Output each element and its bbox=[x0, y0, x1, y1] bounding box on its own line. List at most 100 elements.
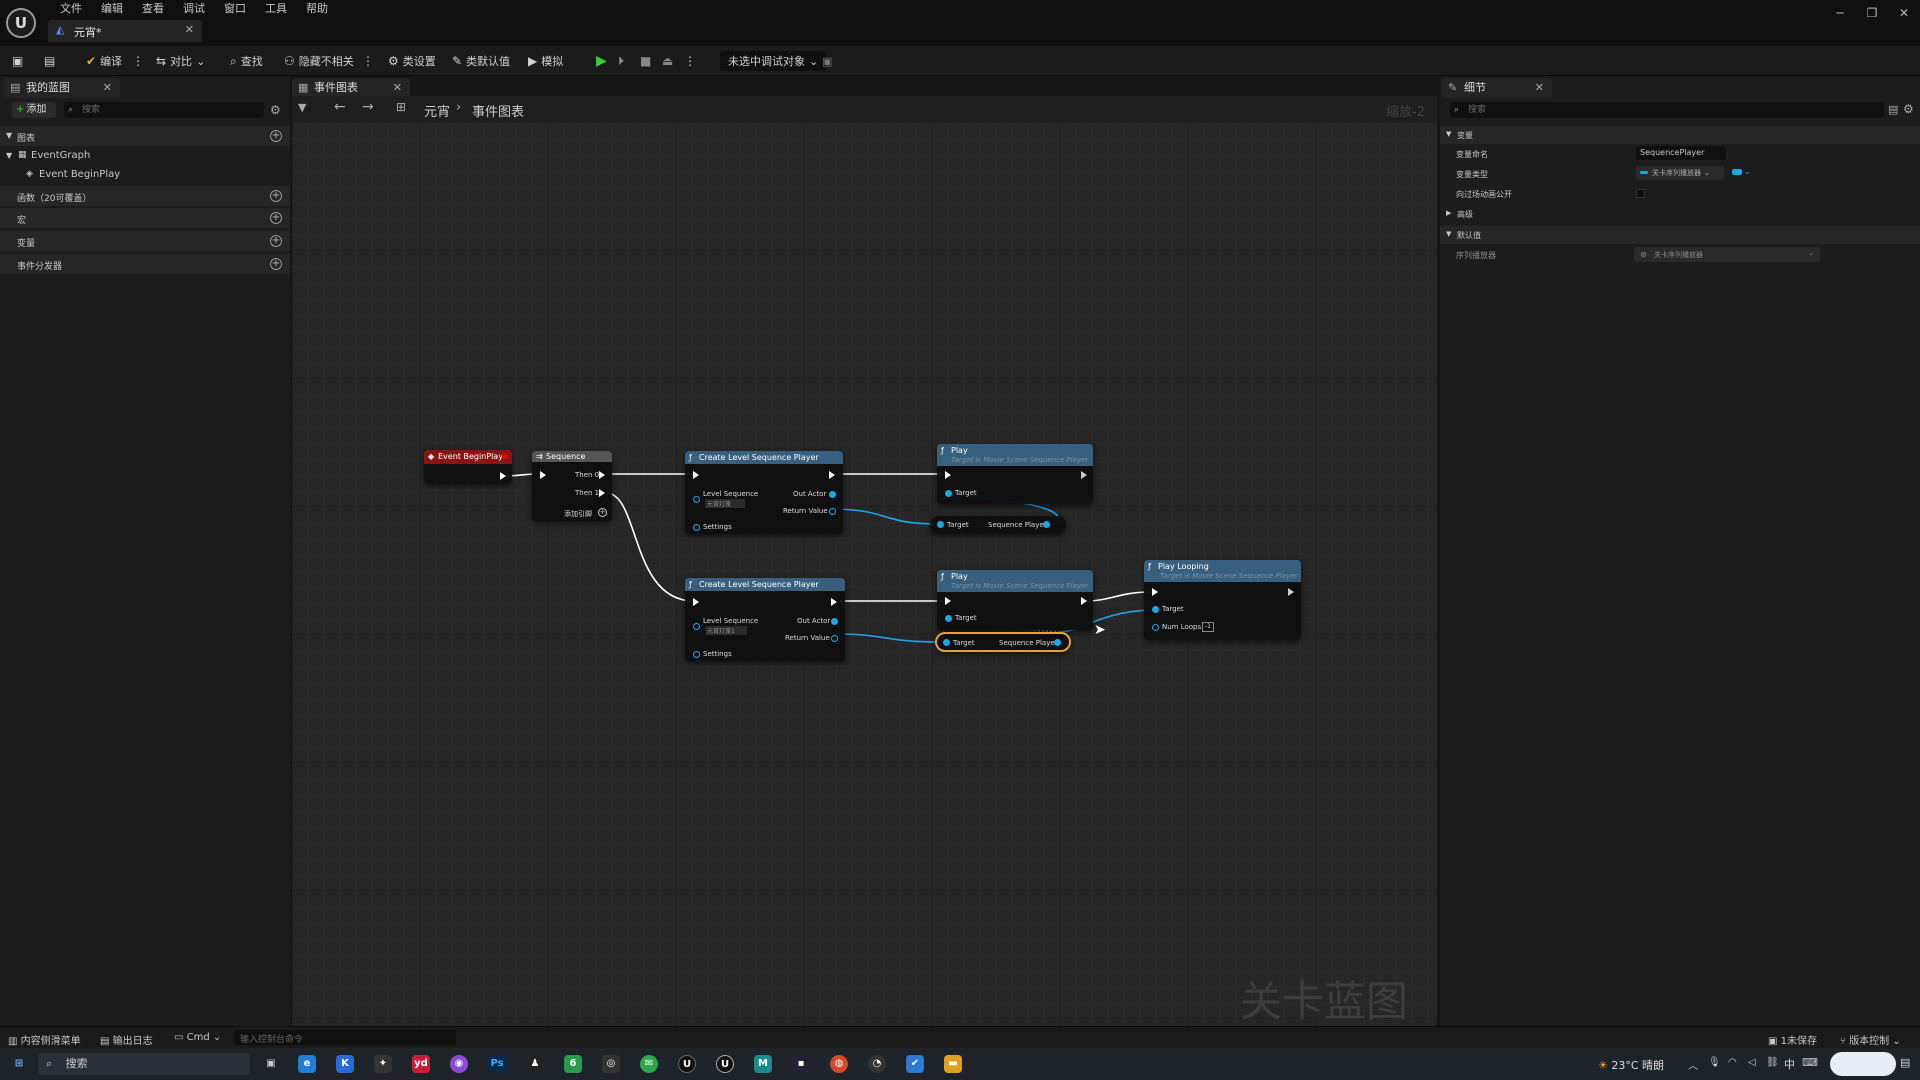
minimize-icon[interactable]: ─ bbox=[1830, 6, 1850, 20]
back-arrow-icon[interactable]: ← bbox=[334, 99, 346, 115]
target-pin[interactable] bbox=[1152, 606, 1159, 613]
simulate-button[interactable]: ▶ 模拟 bbox=[528, 52, 563, 70]
section-advanced[interactable]: ▶ 高级 bbox=[1440, 205, 1920, 223]
eject-icon[interactable]: ⏏ bbox=[662, 52, 673, 70]
level-sequence-pin[interactable] bbox=[693, 623, 700, 630]
exec-in-pin[interactable] bbox=[693, 598, 699, 606]
more-icon[interactable]: ⋮ bbox=[132, 52, 144, 70]
target-pin[interactable] bbox=[945, 615, 952, 622]
asset-picker[interactable]: 元宵灯笼 bbox=[705, 499, 745, 508]
hierarchy-icon[interactable]: ⊞ bbox=[396, 100, 406, 114]
container-type-icon[interactable] bbox=[1732, 169, 1742, 175]
weather-widget[interactable]: ☀ 23°C 晴朗 bbox=[1598, 1057, 1664, 1073]
node-sequence-player-ref-2[interactable]: Target Sequence Player bbox=[935, 632, 1071, 652]
exec-out-pin[interactable] bbox=[829, 471, 835, 479]
chevron-down-icon[interactable]: ⌄ bbox=[1744, 167, 1751, 176]
exec-in-pin[interactable] bbox=[693, 471, 699, 479]
return-value-pin[interactable] bbox=[831, 635, 838, 642]
menu-tools[interactable]: 工具 bbox=[255, 2, 296, 16]
blueprint-search-input[interactable]: ⌕ 搜索 bbox=[64, 102, 264, 118]
app-icon-9[interactable]: ◎ bbox=[602, 1055, 620, 1073]
unreal-taskbar-icon[interactable]: U bbox=[678, 1055, 696, 1073]
output-log-button[interactable]: ▤ 输出日志 bbox=[100, 1032, 153, 1047]
close-icon[interactable]: ✕ bbox=[1535, 78, 1544, 98]
app-k-icon[interactable]: K bbox=[336, 1055, 354, 1073]
sequence-player-pin[interactable] bbox=[1054, 639, 1061, 646]
more-icon-2[interactable]: ⋮ bbox=[362, 52, 374, 70]
link-icon[interactable]: ⛓ bbox=[1766, 1057, 1779, 1068]
tab-event-graph[interactable]: ▦ 事件图表 ✕ bbox=[292, 78, 410, 98]
variable-type-select[interactable]: 关卡序列播放器 ⌄ bbox=[1636, 166, 1724, 180]
level-sequence-pin[interactable] bbox=[693, 496, 700, 503]
compile-button[interactable]: ✔ 编译 bbox=[86, 52, 122, 70]
diff-button[interactable]: ⇆ 对比 ⌄ bbox=[156, 52, 205, 70]
exec-out-pin[interactable] bbox=[831, 598, 837, 606]
cmd-select[interactable]: ▭ Cmd ⌄ bbox=[174, 1032, 221, 1043]
section-event-dispatchers[interactable]: 事件分发器 + bbox=[0, 254, 290, 274]
add-button[interactable]: + 添加 bbox=[12, 102, 56, 118]
tab-my-blueprint[interactable]: ▤ 我的蓝图 ✕ bbox=[4, 78, 120, 98]
forward-arrow-icon[interactable]: → bbox=[362, 99, 374, 115]
app-icon-13[interactable]: ▪ bbox=[792, 1055, 810, 1073]
node-play-1[interactable]: ƒ Play Target is Movie Scene Sequence Pl… bbox=[937, 444, 1093, 504]
class-defaults-button[interactable]: ✎ 类默认值 bbox=[452, 52, 510, 70]
node-sequence-player-ref-1[interactable]: Target Sequence Player bbox=[930, 516, 1066, 534]
save-icon[interactable]: ▣ bbox=[12, 52, 23, 70]
document-tab[interactable]: ◭ 元宵* ✕ bbox=[48, 20, 202, 42]
tray-chevron-icon[interactable]: ︿ bbox=[1688, 1057, 1698, 1072]
settings-pin[interactable] bbox=[693, 524, 700, 531]
restore-icon[interactable]: ❐ bbox=[1862, 6, 1882, 20]
close-icon[interactable]: ✕ bbox=[103, 78, 112, 98]
table-view-icon[interactable]: ▤ bbox=[1888, 103, 1898, 116]
section-functions[interactable]: 函数（20可覆盖） + bbox=[0, 186, 290, 206]
menu-window[interactable]: 窗口 bbox=[214, 2, 255, 16]
section-variable[interactable]: ▼ 变量 bbox=[1440, 126, 1920, 144]
default-value-select[interactable]: ⊛ 关卡序列播放器 ⌄ bbox=[1634, 247, 1820, 262]
play-icon[interactable]: ▶ bbox=[596, 52, 607, 70]
menu-file[interactable]: 文件 bbox=[50, 2, 91, 16]
menu-help[interactable]: 帮助 bbox=[296, 2, 337, 16]
add-pin-icon[interactable]: + bbox=[598, 508, 607, 517]
tree-item-eventgraph[interactable]: ▼ ▦ EventGraph bbox=[0, 146, 290, 166]
add-graph-icon[interactable]: + bbox=[270, 130, 282, 142]
sequence-player-pin[interactable] bbox=[1043, 521, 1050, 528]
delegate-pin-icon[interactable] bbox=[502, 453, 508, 459]
close-icon[interactable]: ✕ bbox=[393, 78, 402, 98]
console-command-input[interactable]: 输入控制台命令 bbox=[234, 1030, 456, 1045]
target-pin[interactable] bbox=[945, 490, 952, 497]
bookmark-icon[interactable]: ▼ bbox=[298, 101, 306, 114]
wechat-icon[interactable]: ✉ bbox=[640, 1055, 658, 1073]
chrome-icon[interactable]: ◍ bbox=[830, 1055, 848, 1073]
app-icon-8[interactable]: 6 bbox=[564, 1055, 582, 1073]
section-macros[interactable]: 宏 + bbox=[0, 208, 290, 228]
target-pin[interactable] bbox=[937, 521, 944, 528]
unreal-logo-icon[interactable]: U bbox=[6, 8, 36, 38]
tab-details[interactable]: ✎ 细节 ✕ bbox=[1442, 78, 1552, 98]
microphone-icon[interactable]: 🎙︎ bbox=[1708, 1057, 1721, 1068]
app-icon-15[interactable]: ◔ bbox=[868, 1055, 886, 1073]
app-m-icon[interactable]: M bbox=[754, 1055, 772, 1073]
debug-target-select[interactable]: 未选中调试对象 ⌄ bbox=[720, 51, 827, 71]
num-loops-input[interactable]: -1 bbox=[1202, 622, 1214, 632]
qq-icon[interactable]: ♟ bbox=[526, 1055, 544, 1073]
return-value-pin[interactable] bbox=[829, 508, 836, 515]
section-default-value[interactable]: ▼ 默认值 bbox=[1440, 226, 1920, 244]
exec-in-pin[interactable] bbox=[540, 471, 546, 479]
photoshop-icon[interactable]: Ps bbox=[488, 1055, 506, 1073]
find-button[interactable]: ⌕ 查找 bbox=[230, 52, 263, 70]
menu-view[interactable]: 查看 bbox=[132, 2, 173, 16]
edge-icon[interactable]: e bbox=[298, 1055, 316, 1073]
play-options-icon[interactable]: ⋮ bbox=[684, 52, 696, 70]
tree-item-event-beginplay[interactable]: ◈ Event BeginPlay bbox=[0, 165, 290, 185]
section-graphs[interactable]: ▼ 图表 + bbox=[0, 126, 290, 146]
add-macro-icon[interactable]: + bbox=[270, 212, 282, 224]
unsaved-button[interactable]: ▣ 1未保存 bbox=[1768, 1032, 1817, 1047]
num-loops-pin[interactable] bbox=[1152, 624, 1159, 631]
node-play-looping[interactable]: ƒ Play Looping Target is Movie Scene Seq… bbox=[1144, 560, 1301, 640]
settings-gear-icon[interactable]: ⚙ bbox=[1903, 102, 1914, 116]
stop-icon[interactable]: ■ bbox=[640, 52, 651, 70]
network-icon[interactable]: ◠ bbox=[1728, 1057, 1737, 1068]
close-window-icon[interactable]: ✕ bbox=[1894, 6, 1914, 20]
exec-in-pin[interactable] bbox=[945, 597, 951, 605]
node-create-level-sequence-player-1[interactable]: ƒ Create Level Sequence Player Level Seq… bbox=[685, 451, 843, 534]
